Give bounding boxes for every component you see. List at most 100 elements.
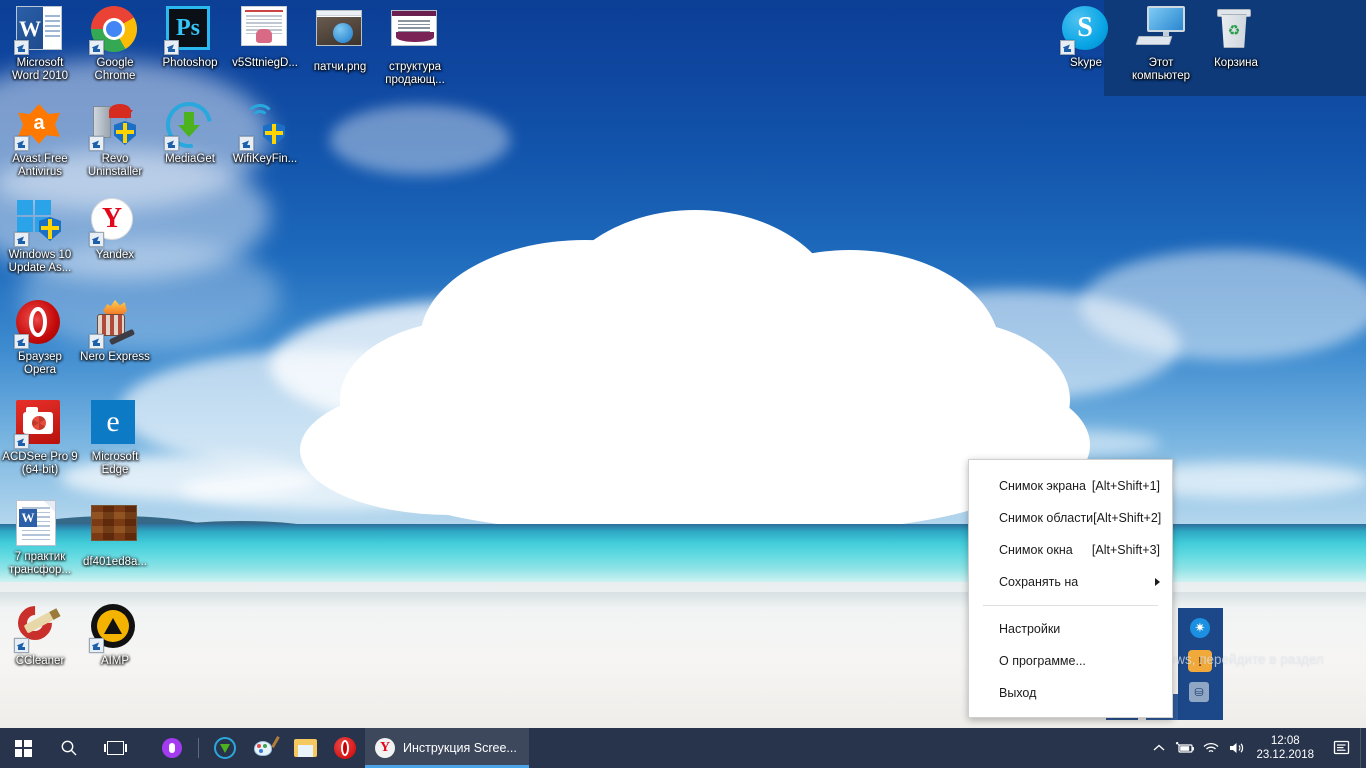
desktop-icon-google-chrome[interactable]: Google Chrome	[77, 6, 153, 83]
opera-icon	[334, 737, 356, 759]
screenshot-app-context-menu[interactable]: Снимок экрана [Alt+Shift+1] Снимок облас…	[968, 459, 1173, 718]
acdsee-icon	[14, 400, 64, 449]
desktop-icon-mediaget[interactable]: MediaGet	[152, 92, 228, 166]
skype-icon: S	[1060, 6, 1110, 55]
desktop-icon-label: Revo Uninstaller	[87, 153, 143, 178]
desktop-icon-label: Браузер Opera	[18, 351, 62, 376]
volume-icon[interactable]	[1224, 728, 1250, 768]
volume-icon	[1230, 743, 1244, 753]
desktop-icon-label: Microsoft Word 2010	[11, 57, 69, 82]
clock-date: 23.12.2018	[1256, 749, 1314, 761]
desktop-icon-label: ACDSee Pro 9 (64-bit)	[2, 451, 78, 476]
menu-separator	[983, 605, 1158, 606]
usb-icon[interactable]: ⛁	[1189, 682, 1209, 702]
desktop-icon-ccleaner[interactable]: CCleaner	[2, 598, 78, 668]
word-icon: W	[14, 6, 64, 55]
menu-item-snimok-oblasti[interactable]: Снимок области [Alt+Shift+2]	[969, 502, 1172, 534]
menu-item-label: Снимок области	[999, 511, 1094, 525]
menu-item-nastroyki[interactable]: Настройки	[969, 613, 1172, 645]
shortcut-overlay-icon	[164, 40, 179, 55]
task-view-button[interactable]	[92, 728, 138, 768]
warning-icon[interactable]: !	[1188, 650, 1212, 672]
desktop-icon-skype[interactable]: S Skype	[1048, 6, 1124, 70]
desktop-icon-microsoft-edge[interactable]: e Microsoft Edge	[77, 400, 153, 477]
desktop-icon-aimp[interactable]: AIMP	[77, 604, 153, 668]
edge-icon: e	[91, 400, 139, 448]
png-thumbnail-icon	[316, 10, 364, 58]
file-explorer-taskbar-icon[interactable]	[285, 728, 325, 768]
taskbar-window-instrukciya-screenshot[interactable]: Y Инструкция Scree...	[365, 728, 529, 768]
chrome-icon	[89, 6, 139, 55]
tray-overflow-flyout[interactable]: ✷ ! ⛁	[1178, 608, 1223, 720]
battery-icon[interactable]	[1172, 728, 1198, 768]
desktop-icon-yandex[interactable]: Y Yandex	[77, 198, 153, 262]
desktop-icon-label: Этот компьютер	[1132, 57, 1190, 82]
desktop-icon-opera-browser[interactable]: Браузер Opera	[2, 300, 78, 377]
paint-icon	[254, 736, 280, 758]
desktop-icon-label: Skype	[1070, 57, 1102, 69]
nero-icon	[89, 300, 139, 349]
desktop-icon-label: v5SttniegD...	[232, 57, 298, 69]
bluetooth-icon[interactable]: ✷	[1190, 618, 1210, 638]
desktop-icon-v5sttniegd-image[interactable]: v5SttniegD...	[227, 6, 303, 70]
desktop-icon-revo-uninstaller[interactable]: Revo Uninstaller	[77, 102, 153, 179]
shortcut-overlay-icon	[14, 638, 29, 653]
cloud-soft	[120, 350, 520, 470]
desktop-icon-avast-free-antivirus[interactable]: a Avast Free Antivirus	[2, 102, 78, 179]
desktop-icon-patchi-png[interactable]: патчи.png	[302, 10, 378, 74]
clock-time: 12:08	[1270, 735, 1300, 747]
desktop-icon-this-pc[interactable]: Этот компьютер	[1123, 6, 1199, 83]
action-center-button[interactable]	[1324, 728, 1360, 768]
taskbar[interactable]: Y Инструкция Scree... 12:08 23.12.2018	[0, 728, 1366, 768]
paint-taskbar-icon[interactable]	[245, 728, 285, 768]
yandex-icon: Y	[89, 198, 139, 247]
menu-item-vyhod[interactable]: Выход	[969, 677, 1172, 709]
desktop-icon-label: WifiKeyFin...	[232, 153, 298, 165]
show-hidden-icons-button[interactable]	[1146, 728, 1172, 768]
desktop-icon-label: Google Chrome	[94, 57, 136, 82]
shortcut-overlay-icon	[89, 232, 104, 247]
menu-item-sohranyat-na[interactable]: Сохранять на	[969, 566, 1172, 598]
photoshop-icon: Ps	[164, 6, 214, 55]
desktop-icon-microsoft-word-2010[interactable]: W Microsoft Word 2010	[2, 6, 78, 83]
desktop-icon-7-praktik-document[interactable]: W 7 практик трансфор...	[2, 500, 78, 577]
shortcut-overlay-icon	[89, 638, 104, 653]
menu-item-label: Сохранять на	[999, 575, 1079, 589]
menu-item-snimok-ekrana[interactable]: Снимок экрана [Alt+Shift+1]	[969, 470, 1172, 502]
desktop-icon-acdsee-pro-9[interactable]: ACDSee Pro 9 (64-bit)	[2, 400, 78, 477]
opera-taskbar-icon[interactable]	[325, 728, 365, 768]
shortcut-overlay-icon	[89, 40, 104, 55]
desktop-icon-wifikeyfinder[interactable]: WifiKeyFin...	[227, 102, 303, 166]
battery-icon	[1176, 741, 1195, 753]
show-desktop-button[interactable]	[1360, 728, 1366, 768]
start-button[interactable]	[0, 728, 46, 768]
menu-item-o-programme[interactable]: О программе...	[969, 645, 1172, 677]
taskbar-clock[interactable]: 12:08 23.12.2018	[1250, 734, 1324, 762]
mediaget-taskbar-icon[interactable]	[205, 728, 245, 768]
desktop-icon-label: структура продающ...	[385, 61, 445, 86]
taskbar-window-title: Инструкция Scree...	[403, 741, 517, 755]
shortcut-overlay-icon	[89, 334, 104, 349]
shortcut-overlay-icon	[239, 136, 254, 151]
chevron-up-icon	[1154, 744, 1165, 751]
cortana-button[interactable]	[152, 728, 192, 768]
desktop-icon-recycle-bin[interactable]: ♻ Корзина	[1198, 6, 1274, 70]
desktop-icon-nero-express[interactable]: Nero Express	[77, 300, 153, 364]
desktop-icon-label: Photoshop	[162, 57, 218, 69]
search-button[interactable]	[46, 728, 92, 768]
desktop-icon-struktura-prodayushch[interactable]: структура продающ...	[377, 10, 453, 87]
system-tray[interactable]: 12:08 23.12.2018	[1146, 728, 1366, 768]
shortcut-overlay-icon	[14, 334, 29, 349]
chevron-right-icon	[1155, 578, 1160, 586]
desktop-icon-windows-10-update[interactable]: Windows 10 Update As...	[2, 198, 78, 275]
cloud-wisp	[330, 105, 510, 175]
aimp-icon	[89, 604, 139, 653]
revo-uninstaller-icon	[89, 102, 139, 151]
cloud-soft	[1080, 250, 1366, 360]
menu-item-snimok-okna[interactable]: Снимок окна [Alt+Shift+3]	[969, 534, 1172, 566]
desktop-icon-photoshop[interactable]: Ps Photoshop	[152, 6, 228, 70]
wifi-icon[interactable]	[1198, 728, 1224, 768]
menu-item-shortcut: [Alt+Shift+1]	[1091, 479, 1160, 493]
windows-update-icon	[14, 198, 64, 247]
desktop-icon-df401ed8a-image[interactable]: df401ed8a...	[77, 505, 153, 569]
